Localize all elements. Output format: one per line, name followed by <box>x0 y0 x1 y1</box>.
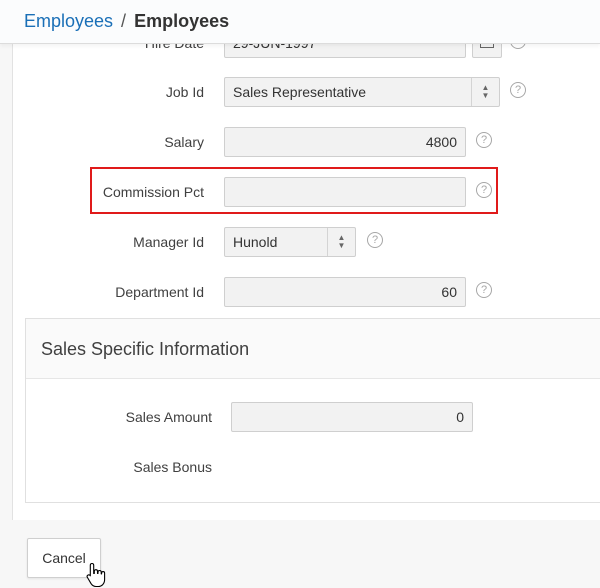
salary-label: Salary <box>164 134 204 150</box>
salary-input[interactable]: 4800 <box>224 127 466 157</box>
job-id-label: Job Id <box>165 84 204 100</box>
select-arrows-icon: ▲ ▼ <box>471 78 499 106</box>
sales-region-title: Sales Specific Information <box>26 319 600 379</box>
commission-pct-label: Commission Pct <box>102 184 204 200</box>
job-id-value: Sales Representative <box>233 84 367 100</box>
manager-id-help-icon[interactable]: ? <box>367 232 383 248</box>
sales-bonus-row: Sales Bonus <box>26 452 600 486</box>
manager-id-label: Manager Id <box>133 234 204 250</box>
manager-id-select[interactable]: Hunold ▲ ▼ <box>224 227 356 257</box>
salary-help-icon[interactable]: ? <box>476 132 492 148</box>
job-id-help-icon[interactable]: ? <box>510 82 526 98</box>
breadcrumb-current: Employees <box>134 11 230 31</box>
breadcrumb-separator: / <box>121 11 127 31</box>
job-id-row: Job Id Sales Representative ▲ ▼ ? <box>0 77 600 111</box>
select-arrows-icon: ▲ ▼ <box>327 228 355 256</box>
sales-region: Sales Specific Information Sales Amount … <box>25 318 600 503</box>
department-id-label: Department Id <box>115 284 204 300</box>
sales-amount-label: Sales Amount <box>125 409 212 425</box>
hand-cursor-icon <box>86 562 106 588</box>
department-id-help-icon[interactable]: ? <box>476 282 492 298</box>
job-id-select[interactable]: Sales Representative ▲ ▼ <box>224 77 500 107</box>
department-id-input[interactable]: 60 <box>224 277 466 307</box>
breadcrumb-parent-link[interactable]: Employees <box>24 11 113 32</box>
breadcrumb: Employees / Employees <box>0 0 600 44</box>
commission-pct-input[interactable] <box>224 177 466 207</box>
sales-bonus-label: Sales Bonus <box>133 459 212 475</box>
manager-id-value: Hunold <box>233 234 278 250</box>
sales-amount-row: Sales Amount 0 <box>26 402 600 436</box>
manager-id-row: Manager Id Hunold ▲ ▼ ? <box>0 227 600 261</box>
department-id-row: Department Id 60 ? <box>0 277 600 311</box>
salary-row: Salary 4800 ? <box>0 127 600 161</box>
commission-pct-row: Commission Pct ? <box>0 177 600 211</box>
commission-pct-help-icon[interactable]: ? <box>476 182 492 198</box>
sales-amount-input[interactable]: 0 <box>231 402 473 432</box>
